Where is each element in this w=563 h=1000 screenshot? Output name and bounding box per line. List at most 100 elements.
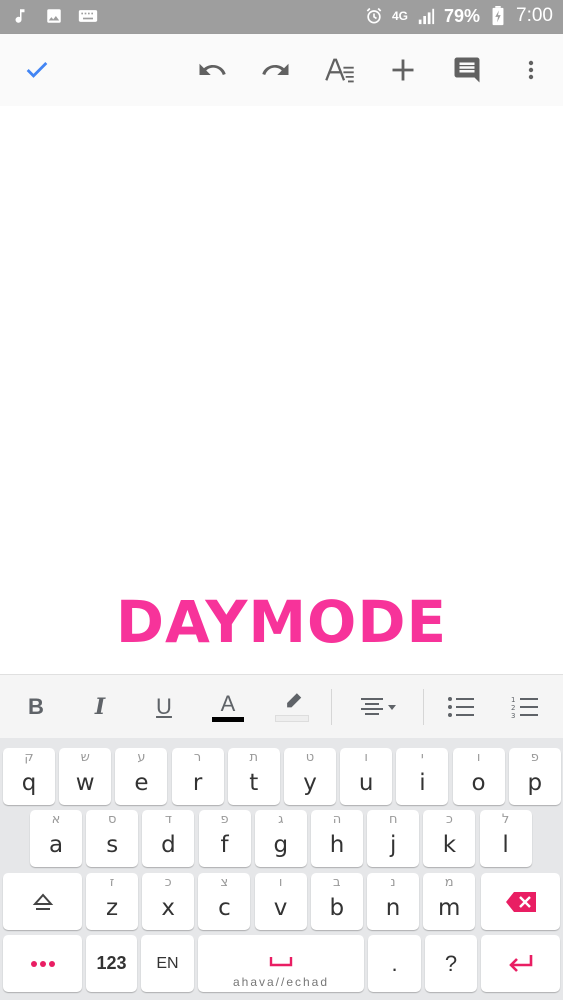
backspace-key[interactable] <box>481 873 560 930</box>
key-label: i <box>419 770 426 796</box>
key-label: h <box>329 832 345 858</box>
period-key[interactable]: . <box>368 935 421 992</box>
language-key[interactable]: EN <box>141 935 194 992</box>
key-label: q <box>21 770 37 796</box>
music-note-icon <box>10 6 30 26</box>
text-color-icon: A <box>220 690 236 716</box>
italic-icon: I <box>94 694 106 720</box>
keyboard-icon <box>78 6 98 26</box>
key-p[interactable]: פp <box>508 748 561 805</box>
key-hint: ל <box>501 812 510 827</box>
text-color-button[interactable]: A <box>206 685 250 729</box>
key-k[interactable]: כk <box>423 810 476 867</box>
italic-button[interactable]: I <box>78 685 122 729</box>
key-s[interactable]: סs <box>86 810 139 867</box>
key-hint: נ <box>390 875 396 890</box>
space-icon <box>269 957 293 967</box>
key-hint: מ <box>444 875 454 890</box>
network-label: 4G <box>391 9 408 23</box>
bold-icon: B <box>28 694 44 719</box>
backspace-icon <box>505 891 536 912</box>
key-m[interactable]: מm <box>423 873 476 930</box>
editor-toolbar <box>0 34 563 106</box>
key-w[interactable]: שw <box>59 748 112 805</box>
key-hint: ד <box>164 812 172 827</box>
svg-text:3: 3 <box>511 712 515 720</box>
key-r[interactable]: רr <box>171 748 224 805</box>
key-t[interactable]: תt <box>227 748 280 805</box>
status-bar-right: 4G 79% 7:00 <box>364 5 553 27</box>
key-o[interactable]: וo <box>452 748 505 805</box>
key-v[interactable]: וv <box>254 873 307 930</box>
done-button[interactable] <box>15 48 59 92</box>
spacebar-key[interactable]: ahava//echad <box>198 935 364 992</box>
key-hint: ו <box>476 750 481 765</box>
key-n[interactable]: נn <box>367 873 419 930</box>
text-color-swatch <box>212 716 244 722</box>
undo-button[interactable] <box>190 48 234 92</box>
battery-percent: 79% <box>443 5 481 26</box>
key-d[interactable]: דd <box>142 810 195 867</box>
underline-button[interactable]: U <box>142 685 186 729</box>
key-label: z <box>105 895 119 921</box>
key-hint: צ <box>220 875 229 890</box>
key-u[interactable]: וu <box>340 748 393 805</box>
key-a[interactable]: אa <box>30 810 82 867</box>
key-y[interactable]: טy <box>284 748 336 805</box>
key-q[interactable]: קq <box>3 748 55 805</box>
key-i[interactable]: יi <box>396 748 449 805</box>
key-g[interactable]: גg <box>254 810 307 867</box>
period-key-label: . <box>391 950 398 976</box>
text-format-icon <box>325 58 354 83</box>
key-f[interactable]: פf <box>198 810 251 867</box>
key-hint: ת <box>249 750 259 765</box>
signal-icon <box>416 6 436 26</box>
key-hint: פ <box>530 750 539 765</box>
key-hint: ר <box>193 750 202 765</box>
highlight-button[interactable] <box>270 685 314 729</box>
key-hint: א <box>51 812 61 827</box>
enter-icon <box>508 954 532 972</box>
key-l[interactable]: לl <box>479 810 532 867</box>
shift-icon <box>32 892 53 910</box>
key-label: m <box>437 895 461 921</box>
key-label: k <box>442 832 457 858</box>
key-label: y <box>303 770 317 796</box>
text-format-button[interactable] <box>318 48 362 92</box>
key-b[interactable]: בb <box>310 873 363 930</box>
align-dropdown[interactable] <box>352 685 406 729</box>
key-z[interactable]: זz <box>86 873 138 930</box>
question-key[interactable]: ? <box>425 935 477 992</box>
format-divider-2 <box>423 689 424 725</box>
redo-button[interactable] <box>254 48 298 92</box>
more-options-button[interactable] <box>509 48 553 92</box>
key-hint: י <box>420 750 424 765</box>
numbered-list-button[interactable]: 123 <box>503 685 547 729</box>
question-key-label: ? <box>444 950 458 976</box>
key-label: n <box>385 895 401 921</box>
key-c[interactable]: צc <box>198 873 251 930</box>
key-hint: ו <box>364 750 368 765</box>
bullet-list-button[interactable] <box>439 685 483 729</box>
insert-button[interactable] <box>381 48 425 92</box>
key-h[interactable]: הh <box>311 810 363 867</box>
numbers-key[interactable]: 123 <box>86 935 137 992</box>
key-j[interactable]: חj <box>367 810 420 867</box>
key-label: a <box>48 832 64 858</box>
language-key-label: EN <box>156 954 179 972</box>
key-x[interactable]: כx <box>142 873 195 930</box>
shift-key[interactable] <box>3 873 82 930</box>
key-label: o <box>471 770 486 796</box>
bold-button[interactable]: B <box>14 685 58 729</box>
clock: 7:00 <box>516 5 553 26</box>
emoji-options-key[interactable] <box>3 935 82 992</box>
key-label: e <box>134 770 149 796</box>
key-hint: כ <box>445 812 453 827</box>
comment-button[interactable] <box>445 48 489 92</box>
check-icon <box>26 62 48 78</box>
key-hint: ש <box>80 750 90 765</box>
enter-key[interactable] <box>481 935 560 992</box>
highlight-swatch <box>275 715 309 722</box>
key-hint: ח <box>388 812 398 827</box>
key-e[interactable]: עe <box>115 748 168 805</box>
